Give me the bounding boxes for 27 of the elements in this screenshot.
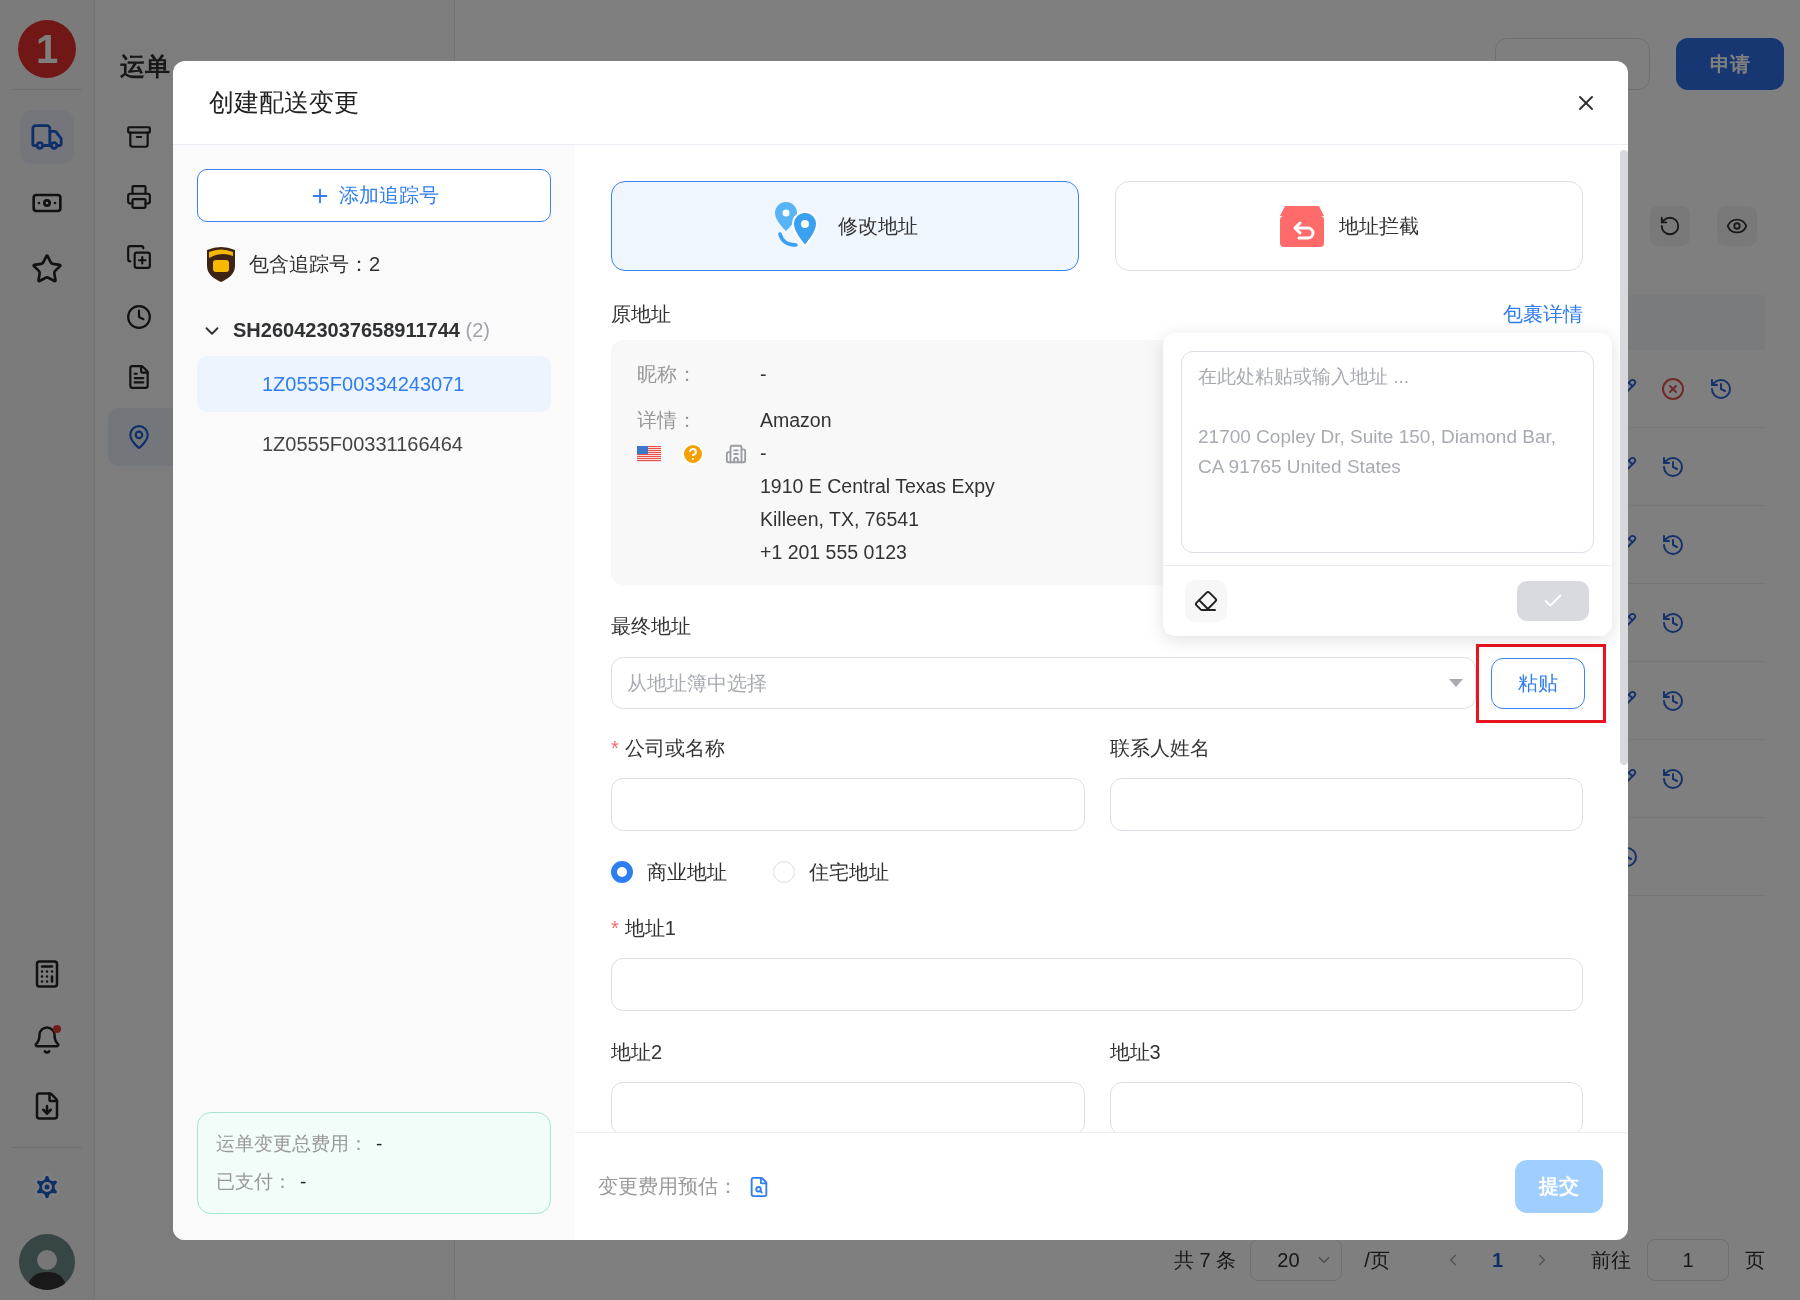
field-label: 昵称： <box>637 362 697 387</box>
field-label: * 地址1 <box>611 915 677 941</box>
page-unit: 页 <box>1745 1247 1765 1273</box>
field-label: 地址2 <box>611 1039 664 1065</box>
tracking-count: 包含追踪号：2 <box>249 251 381 277</box>
app-logo: 1 <box>18 20 76 78</box>
dialog-title: 创建配送变更 <box>209 87 359 118</box>
field-label: * 公司或名称 <box>611 735 726 761</box>
field-label: 联系人姓名 <box>1109 735 1211 761</box>
section-title: 最终地址 <box>611 613 692 639</box>
total-count: 共 7 条 <box>1174 1247 1237 1273</box>
address-line: Killeen, TX, 76541 <box>760 507 919 532</box>
address-line: - <box>760 441 767 466</box>
sidebar-title: 运单 <box>120 51 170 82</box>
goto-label: 前往 <box>1591 1247 1631 1273</box>
field-value: Amazon <box>760 408 832 433</box>
paid-amount: 已支付： - <box>216 1170 308 1194</box>
total-cost: 运单变更总费用： - <box>216 1132 384 1156</box>
page-size-unit: /页 <box>1364 1247 1390 1273</box>
shipment-id: SH260423037658911744 (2) <box>233 319 490 342</box>
field-value: - <box>760 362 767 387</box>
estimate-label: 变更费用预估： <box>598 1174 738 1199</box>
address-line: 1910 E Central Texas Expy <box>760 474 995 499</box>
address-line: +1 201 555 0123 <box>760 540 907 565</box>
section-title: 原地址 <box>611 301 671 327</box>
field-label: 详情： <box>637 408 697 433</box>
field-label: 地址3 <box>1109 1039 1162 1065</box>
